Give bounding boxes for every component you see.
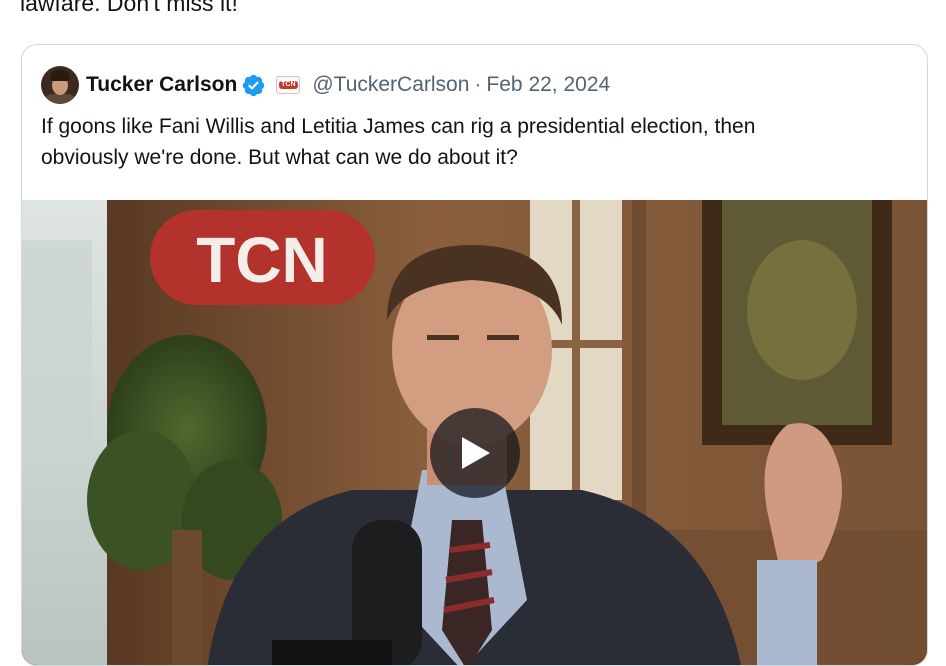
tweet-text-fragment: lawfare. Don't miss it! (20, 0, 238, 16)
quoted-tweet-text-line-2: obviously we're done. But what can we do… (41, 146, 518, 169)
affiliate-badge-label: TCN (279, 81, 298, 89)
verified-badge-icon (243, 74, 265, 96)
quoted-tweet-card[interactable]: Tucker Carlson TCN @TuckerCarlson · Feb … (21, 44, 928, 666)
separator-dot: · (474, 73, 482, 96)
play-icon (462, 437, 490, 469)
quoted-tweet-text: If goons like Fani Willis and Letitia Ja… (41, 111, 901, 173)
affiliate-badge-icon[interactable]: TCN (276, 76, 301, 94)
quoted-tweet-header: Tucker Carlson TCN @TuckerCarlson · Feb … (41, 66, 610, 104)
sign-text: TCN (196, 224, 328, 296)
quoted-tweet-text-line-1: If goons like Fani Willis and Letitia Ja… (41, 115, 756, 138)
avatar[interactable] (41, 66, 79, 104)
author-name[interactable]: Tucker Carlson (86, 73, 237, 97)
author-handle[interactable]: @TuckerCarlson (312, 73, 469, 97)
tweet-date[interactable]: Feb 22, 2024 (486, 73, 610, 97)
play-button[interactable] (430, 408, 520, 498)
video-player[interactable]: TCN (22, 200, 927, 665)
